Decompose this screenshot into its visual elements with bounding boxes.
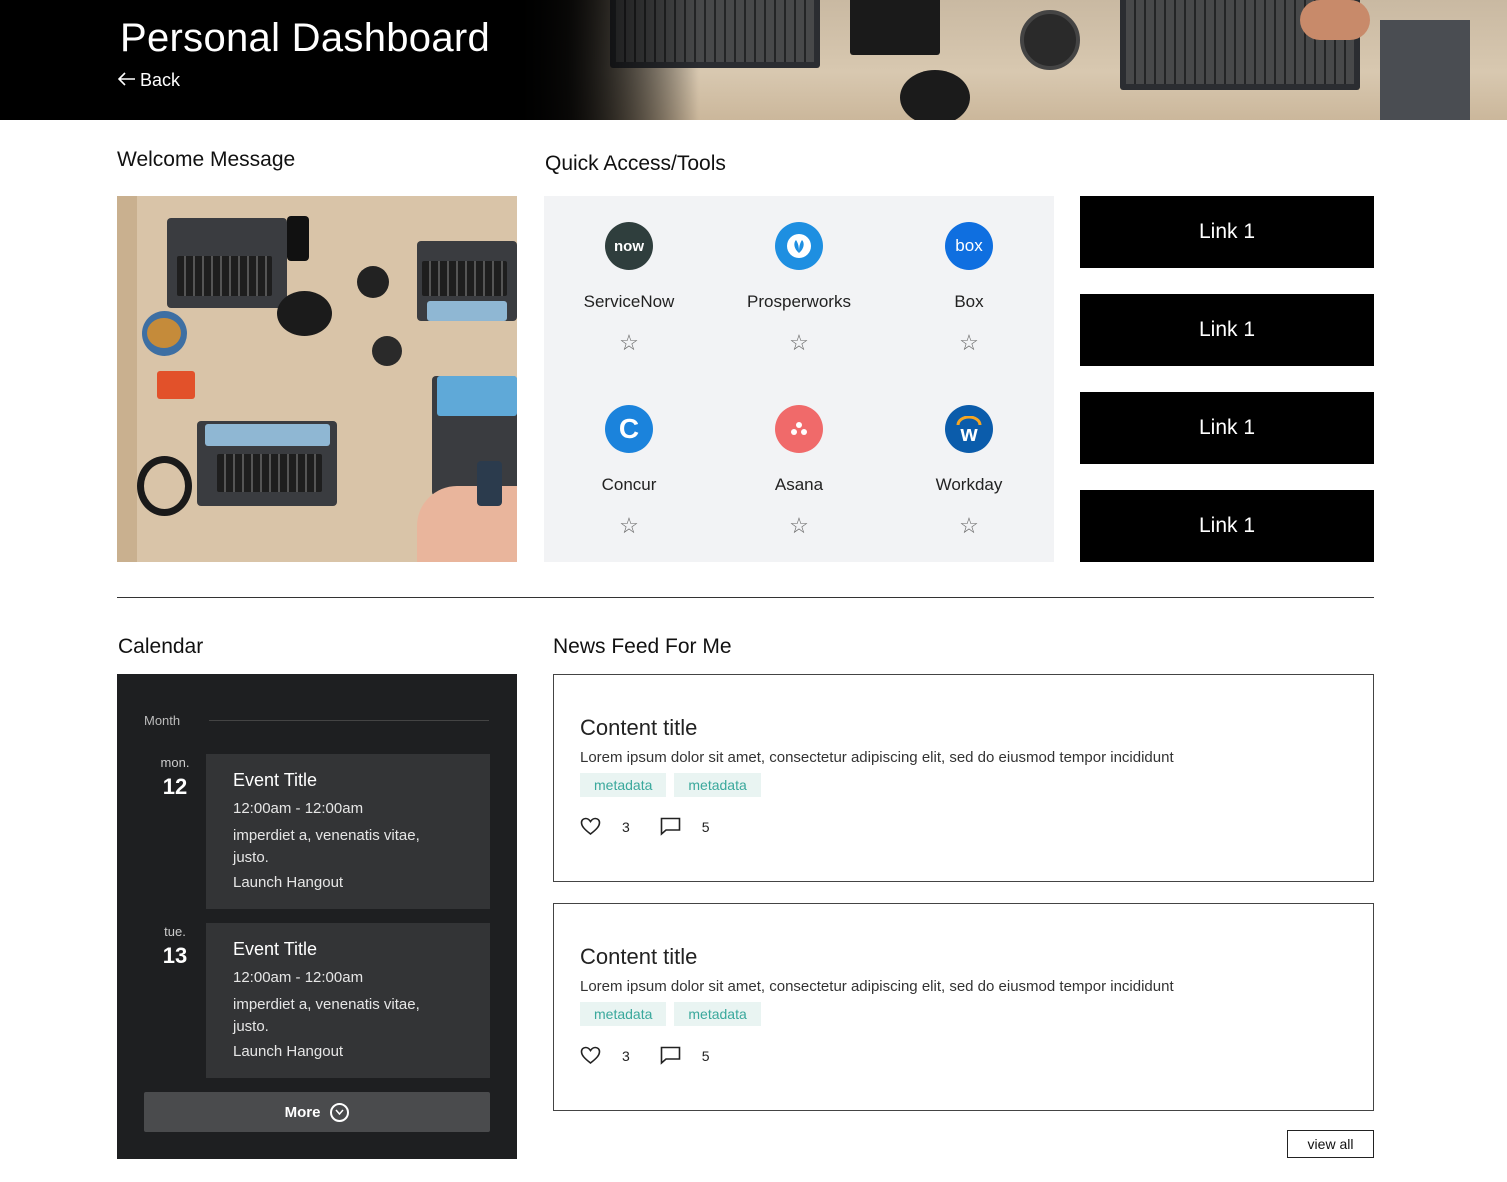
prosperworks-icon xyxy=(775,222,823,270)
day-number: 12 xyxy=(162,774,188,799)
news-card[interactable]: Content title Lorem ipsum dolor sit amet… xyxy=(553,674,1374,882)
launch-hangout-link[interactable]: Launch Hangout xyxy=(233,874,463,891)
comment-count: 5 xyxy=(701,818,710,835)
star-icon[interactable]: ☆ xyxy=(544,515,714,537)
tools-section-title: Quick Access/Tools xyxy=(545,152,726,175)
news-title: Content title xyxy=(580,715,698,740)
metadata-tag[interactable]: metadata xyxy=(580,1002,667,1026)
workday-icon: w xyxy=(945,405,993,453)
event-description: imperdiet a, venenatis vitae, justo. xyxy=(233,996,420,1035)
news-section-title: News Feed For Me xyxy=(553,635,732,658)
event-time: 12:00am - 12:00am xyxy=(233,800,364,817)
event-description: imperdiet a, venenatis vitae, justo. xyxy=(233,827,420,866)
calendar-month-label: Month xyxy=(144,713,181,728)
news-title: Content title xyxy=(580,944,698,969)
tool-servicenow[interactable]: now ServiceNow ☆ xyxy=(544,222,714,354)
chevron-down-icon xyxy=(330,1102,350,1122)
more-label: More xyxy=(284,1103,321,1121)
event-title: Event Title xyxy=(233,770,318,790)
heart-icon[interactable] xyxy=(580,817,601,836)
news-body: Lorem ipsum dolor sit amet, consectetur … xyxy=(580,749,1174,766)
tool-asana[interactable]: Asana ☆ xyxy=(714,405,884,537)
tool-name: Workday xyxy=(935,475,1003,494)
welcome-section-title: Welcome Message xyxy=(117,148,296,171)
news-body: Lorem ipsum dolor sit amet, consectetur … xyxy=(580,978,1174,995)
asana-icon xyxy=(775,405,823,453)
section-divider xyxy=(117,597,1374,598)
day-of-week: mon. xyxy=(160,755,190,770)
comment-icon[interactable] xyxy=(660,817,681,836)
event-title: Event Title xyxy=(233,939,318,959)
quick-access-panel: now ServiceNow ☆ Prosperworks ☆ box Box … xyxy=(544,196,1054,562)
view-all-button[interactable]: view all xyxy=(1287,1130,1374,1158)
calendar-event[interactable]: Event Title 12:00am - 12:00am imperdiet … xyxy=(206,923,490,1078)
like-count: 3 xyxy=(622,1047,630,1064)
tool-box[interactable]: box Box ☆ xyxy=(884,222,1054,354)
news-stats: 3 5 xyxy=(580,817,710,836)
servicenow-icon: now xyxy=(605,222,653,270)
launch-hangout-link[interactable]: Launch Hangout xyxy=(233,1043,463,1060)
link-button-2[interactable]: Link 1 xyxy=(1080,294,1374,366)
like-count: 3 xyxy=(622,818,630,835)
more-button[interactable]: More xyxy=(144,1092,490,1132)
calendar-event[interactable]: Event Title 12:00am - 12:00am imperdiet … xyxy=(206,754,490,909)
tool-prosperworks[interactable]: Prosperworks ☆ xyxy=(714,222,884,354)
news-stats: 3 5 xyxy=(580,1046,710,1065)
comment-count: 5 xyxy=(701,1047,710,1064)
box-icon: box xyxy=(945,222,993,270)
link-button-1[interactable]: Link 1 xyxy=(1080,196,1374,268)
news-tags: metadata metadata xyxy=(580,773,761,797)
news-card[interactable]: Content title Lorem ipsum dolor sit amet… xyxy=(553,903,1374,1111)
link-button-3[interactable]: Link 1 xyxy=(1080,392,1374,464)
tool-name: Concur xyxy=(601,475,657,494)
calendar-month-divider xyxy=(209,720,489,721)
tool-name: Box xyxy=(954,292,984,311)
news-tags: metadata metadata xyxy=(580,1002,761,1026)
link-button-4[interactable]: Link 1 xyxy=(1080,490,1374,562)
metadata-tag[interactable]: metadata xyxy=(674,773,761,797)
calendar-panel: Month mon. 12 Event Title 12:00am - 12:0… xyxy=(117,674,517,1159)
star-icon[interactable]: ☆ xyxy=(714,332,884,354)
calendar-date: mon. 12 xyxy=(145,755,205,800)
back-label: Back xyxy=(140,70,181,90)
tool-concur[interactable]: C Concur ☆ xyxy=(544,405,714,537)
day-number: 13 xyxy=(162,943,188,968)
tool-name: Prosperworks xyxy=(747,292,851,311)
page-title: Personal Dashboard xyxy=(120,16,491,60)
star-icon[interactable]: ☆ xyxy=(714,515,884,537)
star-icon[interactable]: ☆ xyxy=(884,515,1054,537)
tool-workday[interactable]: w Workday ☆ xyxy=(884,405,1054,537)
tool-name: ServiceNow xyxy=(583,292,675,311)
star-icon[interactable]: ☆ xyxy=(884,332,1054,354)
concur-icon: C xyxy=(605,405,653,453)
calendar-section-title: Calendar xyxy=(118,635,204,658)
star-icon[interactable]: ☆ xyxy=(544,332,714,354)
arrow-left-icon xyxy=(117,70,136,91)
day-of-week: tue. xyxy=(164,924,186,939)
back-link[interactable]: Back xyxy=(117,70,181,91)
welcome-image xyxy=(117,196,517,562)
page-header: Personal Dashboard Back xyxy=(0,0,1507,120)
comment-icon[interactable] xyxy=(660,1046,681,1065)
metadata-tag[interactable]: metadata xyxy=(674,1002,761,1026)
metadata-tag[interactable]: metadata xyxy=(580,773,667,797)
heart-icon[interactable] xyxy=(580,1046,601,1065)
tool-name: Asana xyxy=(774,475,824,494)
calendar-date: tue. 13 xyxy=(145,924,205,969)
event-time: 12:00am - 12:00am xyxy=(233,969,364,986)
